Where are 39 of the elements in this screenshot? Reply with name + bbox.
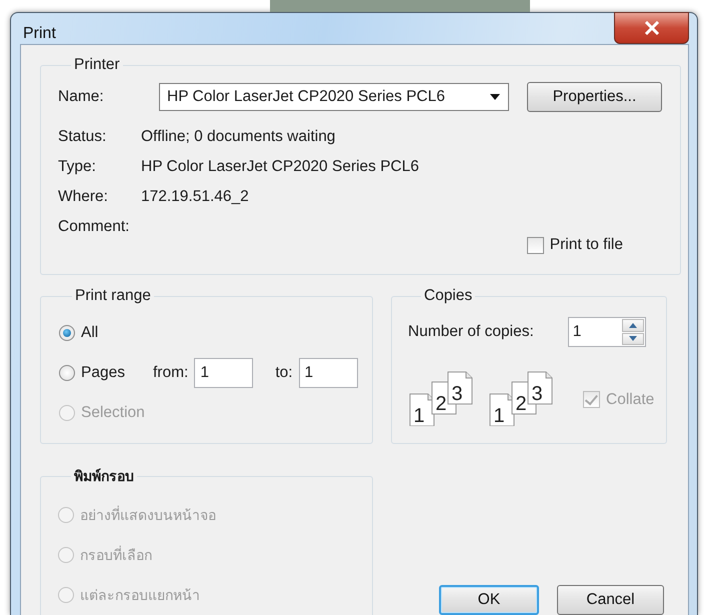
field-label: Name: [58,88,105,106]
field-label: to: [275,364,293,382]
field-value: 172.19.51.46_2 [141,187,250,207]
radio-label: All [81,324,98,342]
field-label: from: [153,364,188,382]
group-title: Print range [74,287,152,305]
group-title: Printer [73,56,121,74]
radio-button[interactable] [59,365,75,381]
copies-spinner[interactable]: 1 [568,317,646,347]
field-label: Comment: [58,217,130,237]
radio-label: แต่ละกรอบแยกหน้า [80,587,200,606]
cancel-button[interactable]: Cancel [557,585,664,615]
close-button[interactable] [614,12,689,44]
radio-button[interactable] [59,325,75,341]
up-arrow-icon [628,322,637,328]
radio-label: Pages [81,364,126,382]
field-label: Status: [58,127,108,147]
field-value: HP Color LaserJet CP2020 Series PCL6 [141,157,420,177]
field-label: Number of copies: [408,323,534,341]
field-label: Where: [58,187,109,207]
radio-label: กรอบที่เลือก [80,544,152,566]
radio-label: Selection [81,404,145,422]
caret-icon [490,94,500,100]
group-title: พิมพ์กรอบ [73,468,135,487]
checkbox-label: Collate [606,390,654,408]
properties-button[interactable]: Properties... [527,82,662,112]
close-icon [644,21,660,35]
checkbox[interactable] [526,236,544,254]
field-value: Offline; 0 documents waiting [141,127,336,147]
checkbox-label: Print to file [550,236,623,254]
window-title: Print [23,25,56,43]
printer-dropdown[interactable]: HP Color LaserJet CP2020 Series PCL6 [159,83,509,111]
down-arrow-icon [628,336,637,342]
to-field[interactable]: 1 [298,358,358,388]
field-label: Type: [58,157,97,177]
ok-button[interactable]: OK [439,585,539,615]
group-title: Copies [423,287,474,305]
from-field[interactable]: 1 [194,358,254,388]
radio-label: อย่างที่แสดงบนหน้าจอ [80,504,216,526]
